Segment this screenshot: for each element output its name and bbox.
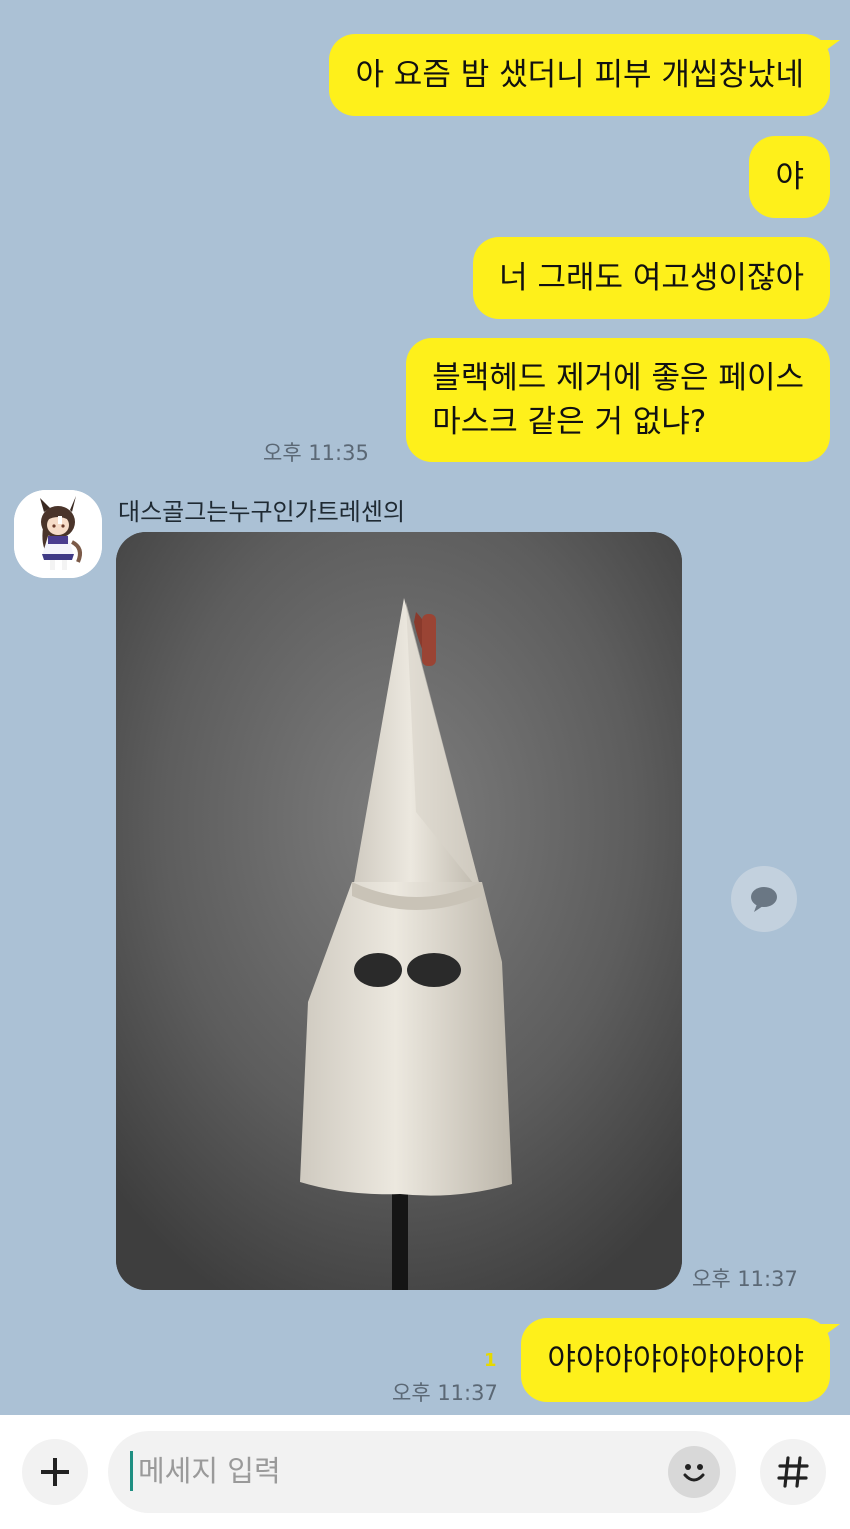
hashtag-icon <box>777 1456 809 1488</box>
sender-name: 대스골그는누구인가트레센의 <box>118 498 406 526</box>
message-text-line: 마스크 같은 거 없냐? <box>432 404 707 440</box>
message-bubble[interactable]: 너 그래도 여고생이잖아 <box>473 237 830 319</box>
comment-bubble-button[interactable] <box>731 866 797 932</box>
message-text: 너 그래도 여고생이잖아 <box>499 260 804 296</box>
message-bubble[interactable]: 야 <box>749 136 830 218</box>
message-time: 오후 11:37 <box>392 1381 498 1405</box>
message-bubble[interactable]: 야야야야야야야야야 <box>521 1318 840 1402</box>
input-placeholder: 메세지 입력 <box>138 1454 281 1488</box>
smiley-icon <box>683 1464 705 1482</box>
message-bubble[interactable]: 아 요즘 밤 샜더니 피부 개씹창났네 <box>329 34 840 116</box>
message-input-bar: 메세지 입력 <box>0 1415 850 1529</box>
photo-message[interactable] <box>116 532 682 1290</box>
message-time: 오후 11:35 <box>263 441 369 465</box>
emoticon-button[interactable] <box>668 1446 720 1498</box>
chat-area: 아 요즘 밤 샜더니 피부 개씹창났네 야 너 그래도 여고생이잖아 블랙헤드 … <box>0 0 850 1415</box>
message-text: 야야야야야야야야야 <box>547 1342 804 1378</box>
avatar[interactable] <box>14 490 102 578</box>
plus-icon <box>41 1458 69 1486</box>
message-text: 아 요즘 밤 샜더니 피부 개씹창났네 <box>355 57 804 93</box>
speech-bubble-icon <box>751 887 777 912</box>
attach-button[interactable] <box>22 1439 88 1505</box>
unread-count: 1 <box>484 1350 497 1371</box>
message-text: 야 <box>775 159 804 195</box>
message-text-line: 블랙헤드 제거에 좋은 페이스 <box>432 360 804 396</box>
white-hood-photo-icon <box>116 532 682 1290</box>
hashtag-search-button[interactable] <box>760 1439 826 1505</box>
photo-time: 오후 11:37 <box>692 1267 798 1291</box>
text-caret <box>130 1451 133 1491</box>
message-bubble[interactable]: 블랙헤드 제거에 좋은 페이스 마스크 같은 거 없냐? <box>406 338 830 462</box>
anime-character-avatar-icon <box>14 490 102 578</box>
message-input[interactable]: 메세지 입력 <box>108 1431 736 1513</box>
